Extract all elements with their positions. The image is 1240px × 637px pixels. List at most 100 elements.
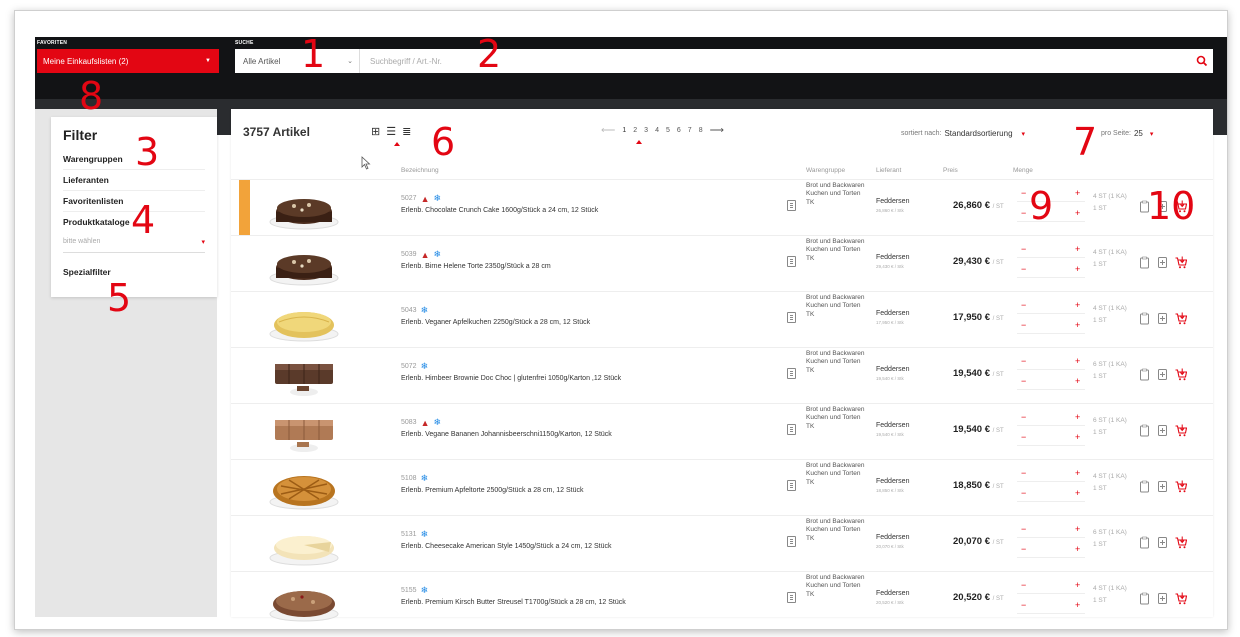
product-image[interactable] — [269, 354, 339, 398]
increment-button[interactable]: + — [1075, 524, 1080, 534]
decrement-button[interactable]: − — [1021, 412, 1026, 422]
product-name[interactable]: Erlenb. Chocolate Crunch Cake 1600g/Stüc… — [401, 207, 598, 214]
increment-button[interactable]: + — [1075, 188, 1080, 198]
decrement-button[interactable]: − — [1021, 468, 1026, 478]
decrement-button[interactable]: − — [1021, 432, 1026, 442]
clipboard-icon[interactable] — [1139, 592, 1151, 605]
col-name[interactable]: Bezeichnung — [401, 167, 439, 174]
decrement-button[interactable]: − — [1021, 244, 1026, 254]
article-number[interactable]: 5043 — [401, 307, 417, 314]
grid-view-icon[interactable]: ⊞ — [371, 125, 380, 138]
search-icon[interactable] — [1195, 54, 1209, 68]
add-to-list-icon[interactable] — [1157, 424, 1169, 437]
product-image[interactable] — [269, 522, 339, 566]
table-row[interactable]: 5131 ❄ Erlenb. Cheesecake American Style… — [231, 515, 1213, 571]
product-name[interactable]: Erlenb. Premium Apfeltorte 2500g/Stück a… — [401, 487, 583, 494]
increment-button[interactable]: + — [1075, 356, 1080, 366]
page-link[interactable]: 3 — [644, 127, 648, 134]
increment-button[interactable]: + — [1075, 544, 1080, 554]
document-icon[interactable] — [787, 536, 796, 547]
page-link[interactable]: 8 — [699, 127, 703, 134]
increment-button[interactable]: + — [1075, 580, 1080, 590]
increment-button[interactable]: + — [1075, 264, 1080, 274]
increment-button[interactable]: + — [1075, 300, 1080, 310]
table-row[interactable]: 5108 ❄ Erlenb. Premium Apfeltorte 2500g/… — [231, 459, 1213, 515]
add-to-cart-icon[interactable] — [1175, 592, 1187, 605]
page-link[interactable]: 6 — [677, 127, 681, 134]
table-row[interactable]: 5083 ▲ ❄ Erlenb. Vegane Bananen Johannis… — [231, 403, 1213, 459]
table-row[interactable]: 5043 ❄ Erlenb. Veganer Apfelkuchen 2250g… — [231, 291, 1213, 347]
col-price[interactable]: Preis — [943, 167, 958, 174]
table-row[interactable]: 5039 ▲ ❄ Erlenb. Birne Helene Torte 2350… — [231, 235, 1213, 291]
document-icon[interactable] — [787, 368, 796, 379]
decrement-button[interactable]: − — [1021, 580, 1026, 590]
add-to-cart-icon[interactable] — [1175, 424, 1187, 437]
product-name[interactable]: Erlenb. Veganer Apfelkuchen 2250g/Stück … — [401, 319, 590, 326]
decrement-button[interactable]: − — [1021, 544, 1026, 554]
product-image[interactable] — [269, 242, 339, 286]
product-name[interactable]: Erlenb. Premium Kirsch Butter Streusel T… — [401, 599, 626, 606]
increment-button[interactable]: + — [1075, 412, 1080, 422]
clipboard-icon[interactable] — [1139, 312, 1151, 325]
filter-warengruppen[interactable]: Warengruppen — [63, 149, 205, 170]
page-link[interactable]: 7 — [688, 127, 692, 134]
per-page-dropdown[interactable]: pro Seite: 25 ▾ — [1101, 129, 1153, 138]
increment-button[interactable]: + — [1075, 468, 1080, 478]
add-to-cart-icon[interactable] — [1175, 256, 1187, 269]
document-icon[interactable] — [787, 312, 796, 323]
add-to-cart-icon[interactable] — [1175, 312, 1187, 325]
product-image[interactable] — [269, 298, 339, 342]
article-number[interactable]: 5039 — [401, 251, 417, 258]
decrement-button[interactable]: − — [1021, 376, 1026, 386]
filter-spezialfilter[interactable]: Spezialfilter — [63, 253, 205, 277]
table-row[interactable]: 5072 ❄ Erlenb. Himbeer Brownie Doc Choc … — [231, 347, 1213, 403]
clipboard-icon[interactable] — [1139, 536, 1151, 549]
add-to-cart-icon[interactable] — [1175, 536, 1187, 549]
document-icon[interactable] — [787, 592, 796, 603]
decrement-button[interactable]: − — [1021, 356, 1026, 366]
product-image[interactable] — [269, 466, 339, 510]
document-icon[interactable] — [787, 480, 796, 491]
add-to-cart-icon[interactable] — [1175, 480, 1187, 493]
table-row[interactable]: 5027 ▲ ❄ Erlenb. Chocolate Crunch Cake 1… — [231, 179, 1213, 236]
decrement-button[interactable]: − — [1021, 488, 1026, 498]
clipboard-icon[interactable] — [1139, 368, 1151, 381]
col-group[interactable]: Warengruppe — [806, 167, 845, 174]
article-number[interactable]: 5108 — [401, 475, 417, 482]
decrement-button[interactable]: − — [1021, 188, 1026, 198]
increment-button[interactable]: + — [1075, 432, 1080, 442]
product-image[interactable] — [269, 578, 339, 622]
prev-page-icon[interactable]: ⟵ — [601, 125, 615, 136]
add-to-list-icon[interactable] — [1157, 480, 1169, 493]
clipboard-icon[interactable] — [1139, 480, 1151, 493]
favorites-dropdown[interactable]: Meine Einkaufslisten (2) ▼ — [37, 49, 219, 73]
clipboard-icon[interactable] — [1139, 256, 1151, 269]
product-image[interactable] — [269, 186, 339, 230]
increment-button[interactable]: + — [1075, 320, 1080, 330]
decrement-button[interactable]: − — [1021, 208, 1026, 218]
increment-button[interactable]: + — [1075, 244, 1080, 254]
compact-view-icon[interactable]: ≣ — [402, 125, 411, 138]
search-category-dropdown[interactable]: Alle Artikel ⌄ — [235, 49, 360, 73]
add-to-list-icon[interactable] — [1157, 312, 1169, 325]
add-to-list-icon[interactable] — [1157, 592, 1169, 605]
page-link[interactable]: 4 — [655, 127, 659, 134]
increment-button[interactable]: + — [1075, 376, 1080, 386]
page-link[interactable]: 2 — [633, 127, 637, 134]
list-view-icon[interactable]: ☰ — [386, 125, 396, 138]
product-name[interactable]: Erlenb. Birne Helene Torte 2350g/Stück a… — [401, 263, 551, 270]
article-number[interactable]: 5072 — [401, 363, 417, 370]
article-number[interactable]: 5155 — [401, 587, 417, 594]
col-supplier[interactable]: Lieferant — [876, 167, 901, 174]
increment-button[interactable]: + — [1075, 600, 1080, 610]
page-link[interactable]: 1 — [622, 127, 626, 134]
product-name[interactable]: Erlenb. Vegane Bananen Johannisbeerschni… — [401, 431, 612, 438]
article-number[interactable]: 5083 — [401, 419, 417, 426]
decrement-button[interactable]: − — [1021, 264, 1026, 274]
add-to-list-icon[interactable] — [1157, 536, 1169, 549]
add-to-list-icon[interactable] — [1157, 368, 1169, 381]
sort-dropdown[interactable]: sortiert nach: Standardsortierung ▾ — [901, 129, 1025, 138]
decrement-button[interactable]: − — [1021, 524, 1026, 534]
add-to-cart-icon[interactable] — [1175, 368, 1187, 381]
filter-lieferanten[interactable]: Lieferanten — [63, 170, 205, 191]
